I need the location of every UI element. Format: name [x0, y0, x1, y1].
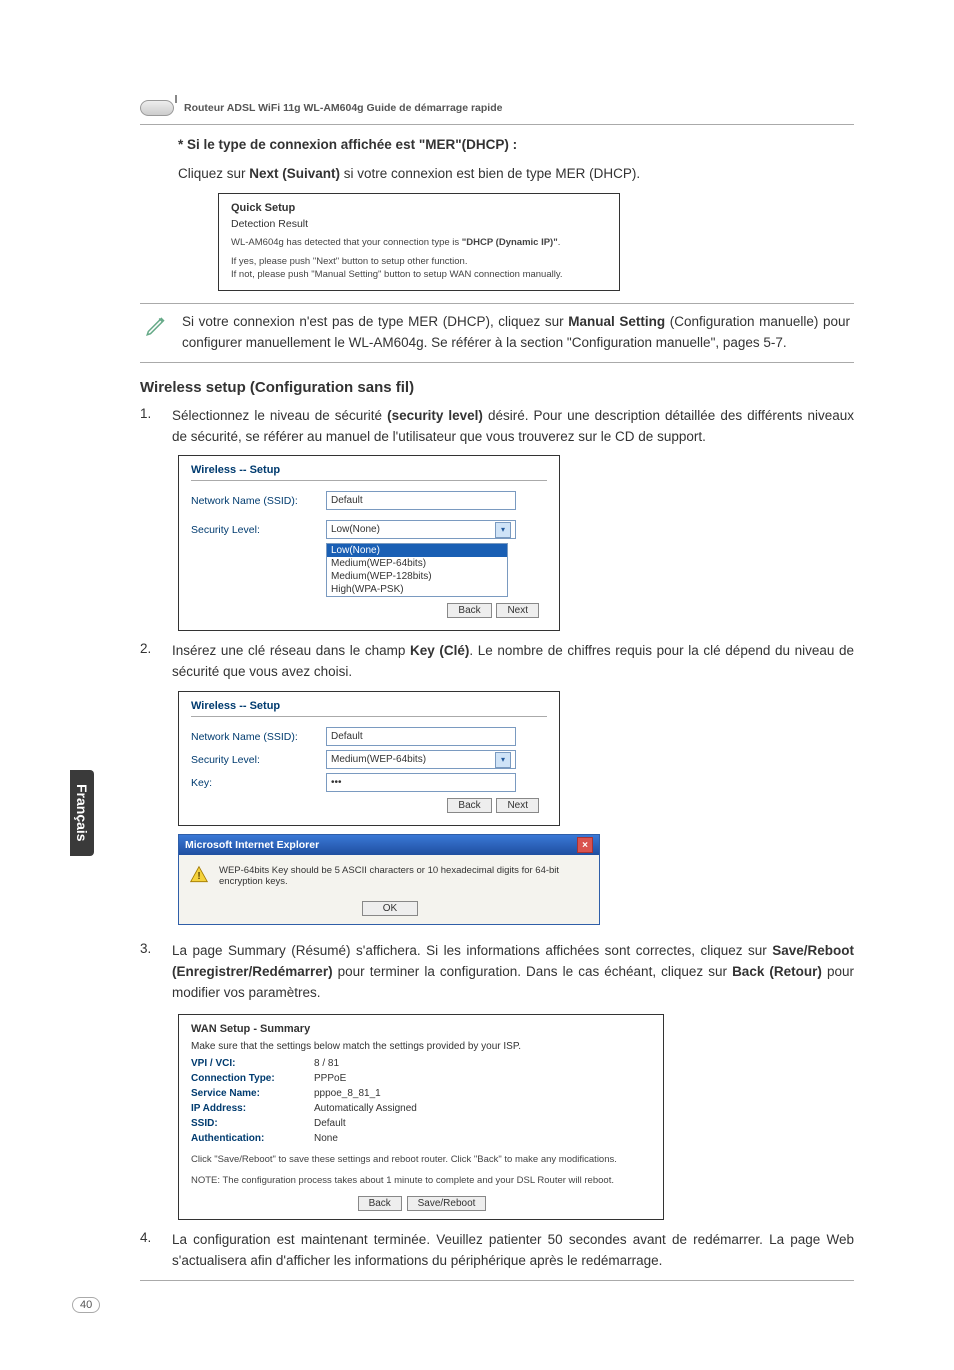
ws1-opt-3[interactable]: High(WPA-PSK) — [327, 583, 507, 596]
step-2-text: Insérez une clé réseau dans le champ Key… — [172, 641, 854, 683]
step-1: 1. Sélectionnez le niveau de sécurité (s… — [140, 406, 854, 448]
note-text: Si votre connexion n'est pas de type MER… — [182, 312, 850, 354]
screenshot-wireless-1: Wireless -- Setup Network Name (SSID): D… — [178, 455, 560, 631]
doc-header-text: Routeur ADSL WiFi 11g WL-AM604g Guide de… — [184, 102, 502, 114]
table-row: Connection Type:PPPoE — [191, 1071, 425, 1086]
ws1-next-button[interactable]: Next — [496, 603, 539, 618]
ws1-opt-0[interactable]: Low(None) — [327, 544, 507, 557]
ws1-ssid-input[interactable]: Default — [326, 491, 516, 510]
ws2-key-input[interactable]: ••• — [326, 773, 516, 792]
step-3: 3. La page Summary (Résumé) s'affichera.… — [140, 941, 854, 1004]
qs-msg: WL-AM604g has detected that your connect… — [231, 236, 607, 249]
note-icon — [144, 312, 170, 338]
step-2: 2. Insérez une clé réseau dans le champ … — [140, 641, 854, 683]
step-1-text: Sélectionnez le niveau de sécurité (secu… — [172, 406, 854, 448]
router-icon — [140, 100, 174, 116]
step-4-num: 4. — [140, 1230, 158, 1272]
ws1-dropdown-list[interactable]: Low(None) Medium(WEP-64bits) Medium(WEP-… — [326, 543, 508, 597]
summary-intro: Make sure that the settings below match … — [191, 1041, 651, 1052]
ws1-opt-1[interactable]: Medium(WEP-64bits) — [327, 557, 507, 570]
ws2-key-label: Key: — [191, 777, 326, 789]
screenshot-quick-setup: Quick Setup Detection Result WL-AM604g h… — [218, 193, 620, 291]
ie-dialog-title: Microsoft Internet Explorer — [185, 839, 319, 851]
step-4-text: La configuration est maintenant terminée… — [172, 1230, 854, 1272]
ws1-title: Wireless -- Setup — [191, 464, 547, 476]
table-row: VPI / VCI:8 / 81 — [191, 1056, 425, 1071]
ie-dialog: Microsoft Internet Explorer × ! WEP-64bi… — [178, 834, 600, 925]
section-text-mer: Cliquez sur Next (Suivant) si votre conn… — [178, 164, 854, 185]
ws1-ssid-label: Network Name (SSID): — [191, 495, 326, 507]
doc-header: Routeur ADSL WiFi 11g WL-AM604g Guide de… — [140, 100, 854, 116]
summary-note2: NOTE: The configuration process takes ab… — [191, 1175, 651, 1188]
step-3-num: 3. — [140, 941, 158, 1004]
ws2-next-button[interactable]: Next — [496, 798, 539, 813]
table-row: Authentication:None — [191, 1131, 425, 1146]
note-callout: Si votre connexion n'est pas de type MER… — [140, 303, 854, 363]
screenshot-wireless-2: Wireless -- Setup Network Name (SSID): D… — [178, 691, 560, 826]
ws1-seclevel-select[interactable]: Low(None) ▾ — [326, 520, 516, 539]
table-row: IP Address:Automatically Assigned — [191, 1101, 425, 1116]
step-2-num: 2. — [140, 641, 158, 683]
ws1-opt-2[interactable]: Medium(WEP-128bits) — [327, 570, 507, 583]
ie-dialog-msg: WEP-64bits Key should be 5 ASCII charact… — [219, 865, 589, 887]
ie-ok-button[interactable]: OK — [362, 901, 418, 916]
summary-table: VPI / VCI:8 / 81 Connection Type:PPPoE S… — [191, 1056, 425, 1146]
ie-dialog-titlebar: Microsoft Internet Explorer × — [179, 835, 599, 855]
divider — [140, 124, 854, 125]
table-row: Service Name:pppoe_8_81_1 — [191, 1086, 425, 1101]
ws2-seclevel-select[interactable]: Medium(WEP-64bits) ▾ — [326, 750, 516, 769]
qs-title: Quick Setup — [231, 202, 607, 214]
step-1-num: 1. — [140, 406, 158, 448]
page-number: 40 — [72, 1297, 100, 1313]
footer-divider — [140, 1280, 854, 1281]
screenshot-summary: WAN Setup - Summary Make sure that the s… — [178, 1014, 664, 1220]
language-tab: Français — [70, 770, 94, 856]
close-icon[interactable]: × — [577, 837, 593, 853]
qs-line2: If yes, please push "Next" button to set… — [231, 255, 607, 268]
summary-back-button[interactable]: Back — [358, 1196, 402, 1211]
chevron-down-icon[interactable]: ▾ — [495, 752, 511, 768]
summary-title: WAN Setup - Summary — [191, 1023, 651, 1035]
step-4: 4. La configuration est maintenant termi… — [140, 1230, 854, 1272]
ws2-back-button[interactable]: Back — [447, 798, 491, 813]
qs-subtitle: Detection Result — [231, 218, 607, 230]
ws1-seclevel-label: Security Level: — [191, 524, 326, 536]
summary-note1: Click "Save/Reboot" to save these settin… — [191, 1154, 651, 1167]
section-heading-mer: * Si le type de connexion affichée est "… — [178, 135, 854, 156]
ws2-title: Wireless -- Setup — [191, 700, 547, 712]
ws2-ssid-input[interactable]: Default — [326, 727, 516, 746]
step-3-text: La page Summary (Résumé) s'affichera. Si… — [172, 941, 854, 1004]
ws2-ssid-label: Network Name (SSID): — [191, 731, 326, 743]
heading-wireless-setup: Wireless setup (Configuration sans fil) — [140, 379, 854, 396]
warning-icon: ! — [189, 865, 209, 885]
ws1-back-button[interactable]: Back — [447, 603, 491, 618]
qs-line3: If not, please push "Manual Setting" but… — [231, 268, 607, 281]
svg-text:!: ! — [197, 871, 200, 882]
chevron-down-icon[interactable]: ▾ — [495, 522, 511, 538]
summary-save-button[interactable]: Save/Reboot — [407, 1196, 487, 1211]
table-row: SSID:Default — [191, 1116, 425, 1131]
ws2-seclevel-label: Security Level: — [191, 754, 326, 766]
